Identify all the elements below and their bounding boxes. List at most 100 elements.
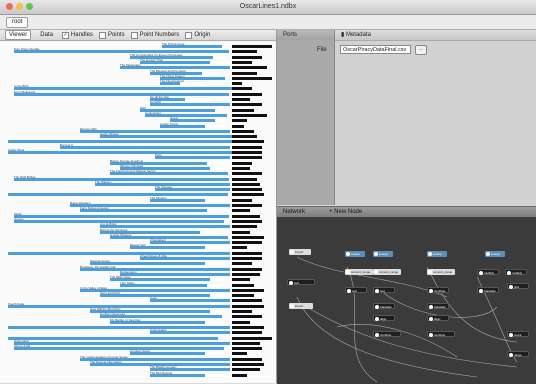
network-node[interactable]: text bbox=[373, 287, 395, 293]
black-bar bbox=[232, 124, 244, 128]
viz-row: Behind the Windows bbox=[0, 228, 276, 235]
blue-bar bbox=[14, 92, 229, 96]
node-icon bbox=[429, 333, 433, 337]
network-node[interactable]: translate bbox=[477, 287, 499, 293]
black-bar bbox=[232, 177, 257, 181]
network-node[interactable]: multiply bbox=[477, 269, 499, 275]
viz-row: Joyous bbox=[0, 217, 276, 224]
network-node[interactable]: translate bbox=[373, 303, 395, 309]
network-node[interactable]: convert_range bbox=[427, 269, 455, 275]
row-label: The Final Festival bbox=[160, 79, 184, 84]
network-node[interactable]: translate bbox=[427, 303, 449, 309]
network-node[interactable]: rect bbox=[287, 279, 315, 285]
row-label: Forty Sixties Ancestor bbox=[80, 206, 110, 211]
row-label: Amulet Wrapper bbox=[110, 232, 132, 237]
handles-checkbox[interactable]: ✓ Handles bbox=[61, 31, 93, 39]
metadata-header: ▮ Metadata bbox=[335, 30, 536, 41]
node-label: count bbox=[514, 333, 522, 337]
node-label: lookup bbox=[491, 252, 500, 256]
network-node[interactable]: rect bbox=[345, 287, 367, 293]
white-bar bbox=[205, 124, 225, 128]
network-node[interactable]: combine bbox=[373, 331, 401, 337]
checkbox-box bbox=[185, 31, 193, 39]
viewer-canvas[interactable]: The Prince Kong Pom Poms Sunday The Comple… bbox=[0, 42, 276, 383]
node-label: lookup bbox=[379, 252, 388, 256]
row-label: Broadway, the Garden Gal bbox=[80, 264, 116, 269]
network-node[interactable]: convert_range bbox=[345, 269, 373, 275]
row-label: The Bird Rescue bbox=[150, 370, 173, 375]
node-label: convert_range bbox=[351, 270, 371, 274]
white-bar bbox=[205, 198, 225, 202]
new-node-button[interactable]: + New Node bbox=[329, 207, 362, 217]
node-icon bbox=[346, 252, 350, 256]
viz-row: Inside Attica bbox=[0, 149, 276, 155]
tab-viewer[interactable]: Viewer bbox=[5, 30, 32, 40]
node-label: convert_range bbox=[433, 270, 453, 274]
network-node[interactable]: grid bbox=[507, 283, 529, 289]
black-bar bbox=[232, 310, 252, 313]
points-checkbox[interactable]: Points bbox=[98, 31, 125, 39]
black-bar bbox=[232, 204, 262, 207]
blue-bar bbox=[8, 251, 230, 255]
black-bar bbox=[232, 219, 262, 223]
network-node[interactable]: lookup bbox=[427, 251, 447, 257]
network-node[interactable]: combine bbox=[427, 331, 455, 337]
black-bar bbox=[232, 241, 262, 245]
blue-bar bbox=[8, 336, 218, 340]
network-node[interactable]: combine bbox=[427, 287, 449, 293]
network-node[interactable]: range bbox=[507, 351, 529, 357]
network-node[interactable]: import bbox=[289, 303, 313, 309]
black-bar bbox=[232, 288, 264, 292]
black-bar bbox=[232, 87, 252, 91]
root-button[interactable]: root bbox=[6, 17, 29, 28]
viz-row: In the Valley of Elam bbox=[0, 286, 276, 293]
black-bar bbox=[232, 103, 262, 107]
row-label: The Honest Thief bbox=[140, 57, 163, 62]
network-node[interactable]: align bbox=[373, 315, 395, 321]
node-icon bbox=[428, 270, 432, 274]
network-node[interactable]: lookup bbox=[373, 251, 393, 257]
node-connections bbox=[296, 256, 518, 383]
viz-row: Unknowable bbox=[0, 329, 276, 335]
file-field[interactable]: OscarPiracyDataFinal.csv bbox=[340, 45, 411, 54]
point-numbers-checkbox[interactable]: Point Numbers bbox=[130, 31, 179, 39]
viz-row: Harry Bellefonte bbox=[0, 90, 276, 97]
ports-pane: Ports bbox=[277, 30, 335, 205]
node-label: translate bbox=[434, 305, 446, 309]
network-node[interactable]: convert_range bbox=[373, 269, 401, 275]
network-node[interactable]: align bbox=[427, 315, 449, 321]
black-bar bbox=[232, 363, 264, 366]
browse-button[interactable]: ... bbox=[415, 45, 427, 55]
row-label: The Bridal Compact bbox=[150, 365, 177, 370]
viz-row bbox=[0, 140, 276, 144]
viz-row: Hibernation bbox=[0, 339, 276, 346]
black-bar bbox=[232, 92, 262, 96]
row-label: Reclamation bbox=[120, 269, 137, 274]
viz-row: Burning 9 bbox=[0, 142, 276, 150]
black-bar bbox=[232, 320, 250, 324]
network-node[interactable]: lookup bbox=[485, 251, 505, 257]
black-bar bbox=[232, 98, 250, 101]
blue-bar bbox=[8, 325, 230, 329]
node-icon bbox=[509, 333, 513, 337]
network-node[interactable]: lookup bbox=[345, 251, 365, 257]
viewer-header: Viewer Data ✓ Handles Points Point Number… bbox=[0, 30, 276, 41]
node-icon bbox=[507, 271, 511, 275]
blue-bar bbox=[14, 214, 229, 218]
network-node[interactable]: import bbox=[289, 249, 311, 255]
network-node[interactable]: multiply bbox=[505, 269, 527, 275]
node-label: align bbox=[434, 317, 441, 321]
row-label: The Flying Dragon bbox=[160, 73, 185, 78]
tab-data[interactable]: Data bbox=[37, 31, 56, 39]
viz-row: Humbert Road bbox=[0, 350, 276, 356]
viz-row: The Flying Dragon bbox=[0, 73, 276, 81]
blue-bar bbox=[150, 103, 230, 107]
network-node[interactable]: count bbox=[507, 331, 529, 337]
row-label: Gentrific bbox=[150, 100, 162, 105]
row-label: The Fourth Kind of Darkest Secret bbox=[110, 169, 156, 174]
toolbar: root bbox=[0, 15, 536, 30]
origin-checkbox[interactable]: Origin bbox=[185, 31, 210, 39]
row-label: Burning 9 bbox=[60, 142, 73, 147]
black-bar bbox=[232, 82, 242, 86]
ports-header: Ports bbox=[277, 30, 334, 40]
